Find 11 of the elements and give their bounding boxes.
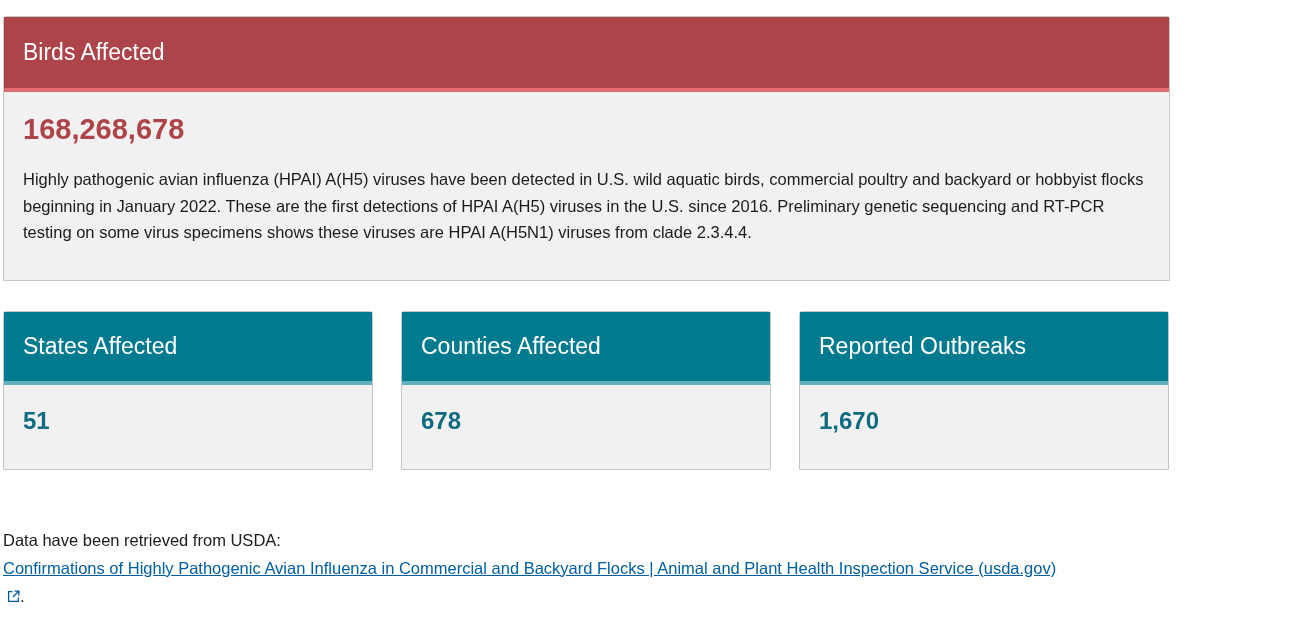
stat-value: 678 <box>421 406 462 434</box>
source-link[interactable]: Confirmations of Highly Pathogenic Avian Influenza in Commercial and Backyard Flocks | Animal and Plant Health Inspection Service (usda.gov) <box>3 558 1057 577</box>
description-paragraph: Highly pathogenic avian influenza (HPAI) A(H5) viruses have been detected in U.S. wild aquatic birds, commercial poultry and backyard or hobbyist flocks beginning in January 2022. These are the first detections of HPAI A(H5) viruses in the U.S. since 2016. Preliminary genetic sequencing and RT-PCR testing on some virus specimens shows these viruses are HPAI A(H5N1) viruses from clade 2.3.4.4. <box>23 169 1145 243</box>
bird-count: 168,268,678 <box>23 112 186 147</box>
card-title: Reported Outbreaks <box>819 331 1027 361</box>
card-title: Birds Affected <box>23 38 165 68</box>
card-title: Counties Affected <box>421 331 601 361</box>
card-title: States Affected <box>23 331 178 361</box>
stat-value: 1,670 <box>819 406 880 434</box>
stat-value: 51 <box>23 406 50 434</box>
external-link-icon <box>7 589 20 603</box>
